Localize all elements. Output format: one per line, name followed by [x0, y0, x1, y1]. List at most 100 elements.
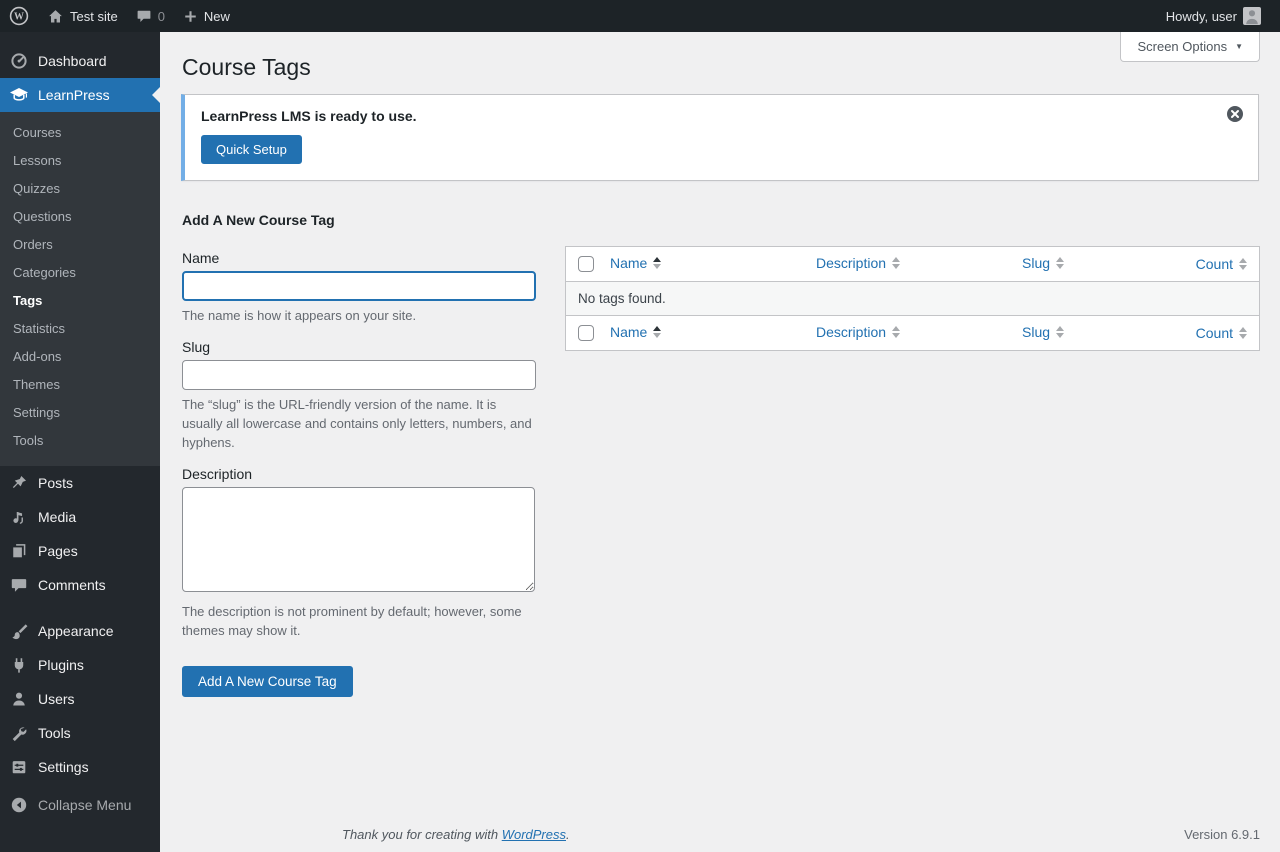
- add-tag-submit-button[interactable]: Add A New Course Tag: [182, 666, 353, 697]
- wordpress-logo-button[interactable]: W: [0, 0, 38, 32]
- dismiss-notice-icon[interactable]: [1226, 105, 1244, 123]
- sidebar-item-settings[interactable]: Settings: [0, 750, 160, 784]
- sort-arrows-icon: [1056, 326, 1065, 338]
- sidebar-item-addons[interactable]: Add-ons: [0, 342, 160, 370]
- add-tag-form: Add A New Course Tag Name The name is ho…: [182, 212, 536, 697]
- sidebar-item-label: Posts: [38, 475, 74, 491]
- quick-setup-button[interactable]: Quick Setup: [201, 135, 302, 164]
- sort-arrows-icon: [892, 326, 901, 338]
- sidebar-item-label: Media: [38, 509, 77, 525]
- new-label: New: [203, 8, 230, 24]
- comments-menu[interactable]: 0: [127, 0, 174, 32]
- empty-message: No tags found.: [578, 291, 666, 306]
- tag-name-input[interactable]: [182, 271, 536, 301]
- sidebar-item-courses[interactable]: Courses: [0, 118, 160, 146]
- comments-count: 0: [157, 8, 165, 24]
- table-footer-row: Name Description Slug Count: [566, 316, 1259, 350]
- sidebar-item-label: Comments: [38, 577, 106, 593]
- sidebar-item-plugins[interactable]: Plugins: [0, 648, 160, 682]
- sort-by-name-header[interactable]: Name: [610, 255, 662, 271]
- account-menu[interactable]: Howdy, user: [1157, 0, 1270, 32]
- sidebar-item-learnpress[interactable]: LearnPress: [0, 78, 160, 112]
- chevron-down-icon: ▼: [1235, 42, 1243, 51]
- sort-by-description-footer[interactable]: Description: [816, 324, 901, 340]
- sidebar-item-appearance[interactable]: Appearance: [0, 614, 160, 648]
- select-all-checkbox[interactable]: [578, 256, 594, 272]
- sidebar-item-label: Appearance: [38, 623, 114, 639]
- description-label: Description: [182, 466, 253, 482]
- sort-by-name-footer[interactable]: Name: [610, 324, 662, 340]
- site-name-label: Test site: [70, 8, 118, 24]
- dashboard-gauge-icon: [9, 51, 29, 71]
- sidebar-item-label: Dashboard: [38, 53, 107, 69]
- sidebar-item-lp-tools[interactable]: Tools: [0, 426, 160, 454]
- comments-bubble-icon: [9, 575, 29, 595]
- sort-by-count-footer[interactable]: Count: [1196, 325, 1247, 341]
- sort-by-count-header[interactable]: Count: [1196, 256, 1247, 272]
- admin-bar: W Test site 0 New Howdy, user: [0, 0, 1280, 32]
- sort-arrows-icon: [653, 326, 662, 338]
- pages-icon: [9, 541, 29, 561]
- site-name-menu[interactable]: Test site: [38, 0, 127, 32]
- sort-arrows-icon: [653, 257, 662, 269]
- new-content-menu[interactable]: New: [174, 0, 239, 32]
- sort-arrows-icon: [1239, 258, 1247, 270]
- collapse-menu-label: Collapse Menu: [38, 797, 132, 813]
- media-note-icon: [9, 507, 29, 527]
- select-all-checkbox[interactable]: [578, 325, 594, 341]
- sort-by-description-header[interactable]: Description: [816, 255, 901, 271]
- comment-bubble-icon: [136, 8, 152, 24]
- sidebar-item-questions[interactable]: Questions: [0, 202, 160, 230]
- sort-arrows-icon: [1239, 327, 1247, 339]
- svg-text:W: W: [14, 12, 24, 23]
- empty-table-row: No tags found.: [566, 281, 1259, 316]
- sidebar-item-quizzes[interactable]: Quizzes: [0, 174, 160, 202]
- sidebar-item-lp-settings[interactable]: Settings: [0, 398, 160, 426]
- main-content: Screen Options ▼ Course Tags LearnPress …: [160, 32, 1280, 852]
- sidebar-item-media[interactable]: Media: [0, 500, 160, 534]
- sidebar-item-users[interactable]: Users: [0, 682, 160, 716]
- sliders-icon: [9, 757, 29, 777]
- wordpress-link[interactable]: WordPress: [502, 827, 566, 842]
- sidebar-item-categories[interactable]: Categories: [0, 258, 160, 286]
- admin-footer: Thank you for creating with WordPress. V…: [342, 827, 1260, 842]
- sidebar-item-themes[interactable]: Themes: [0, 370, 160, 398]
- description-help-text: The description is not prominent by defa…: [182, 604, 522, 638]
- tag-description-textarea[interactable]: [182, 487, 535, 592]
- form-heading: Add A New Course Tag: [182, 212, 335, 228]
- screen-options-button[interactable]: Screen Options ▼: [1120, 32, 1260, 62]
- collapse-menu-button[interactable]: Collapse Menu: [0, 788, 160, 822]
- sidebar-item-label: Tools: [38, 725, 71, 741]
- tags-table: Name Description Slug Count No tags foun…: [565, 246, 1260, 351]
- sidebar-item-lessons[interactable]: Lessons: [0, 146, 160, 174]
- wrench-icon: [9, 723, 29, 743]
- user-icon: [9, 689, 29, 709]
- plug-icon: [9, 655, 29, 675]
- slug-label: Slug: [182, 339, 211, 355]
- footer-thanks: Thank you for creating with WordPress.: [342, 827, 570, 842]
- sidebar-item-label: LearnPress: [38, 87, 110, 103]
- pushpin-icon: [9, 473, 29, 493]
- paintbrush-icon: [9, 621, 29, 641]
- howdy-label: Howdy, user: [1165, 8, 1237, 24]
- sidebar-item-pages[interactable]: Pages: [0, 534, 160, 568]
- sidebar-item-posts[interactable]: Posts: [0, 466, 160, 500]
- sidebar-item-statistics[interactable]: Statistics: [0, 314, 160, 342]
- sort-by-slug-footer[interactable]: Slug: [1022, 324, 1065, 340]
- sort-arrows-icon: [892, 257, 901, 269]
- sort-by-slug-header[interactable]: Slug: [1022, 255, 1065, 271]
- page-title: Course Tags: [182, 54, 311, 80]
- sidebar-item-comments[interactable]: Comments: [0, 568, 160, 602]
- tag-slug-input[interactable]: [182, 360, 536, 390]
- collapse-arrow-icon: [9, 795, 29, 815]
- sidebar-item-dashboard[interactable]: Dashboard: [0, 44, 160, 78]
- learnpress-notice: LearnPress LMS is ready to use. Quick Se…: [181, 94, 1259, 181]
- sidebar-item-tags[interactable]: Tags: [0, 286, 160, 314]
- admin-sidebar: Dashboard LearnPress Courses Lessons Qui…: [0, 32, 160, 852]
- sidebar-item-tools[interactable]: Tools: [0, 716, 160, 750]
- tags-table-container: Name Description Slug Count No tags foun…: [565, 212, 1260, 697]
- learnpress-submenu: Courses Lessons Quizzes Questions Orders…: [0, 112, 160, 466]
- user-avatar: [1243, 7, 1261, 25]
- sidebar-item-label: Pages: [38, 543, 78, 559]
- sidebar-item-orders[interactable]: Orders: [0, 230, 160, 258]
